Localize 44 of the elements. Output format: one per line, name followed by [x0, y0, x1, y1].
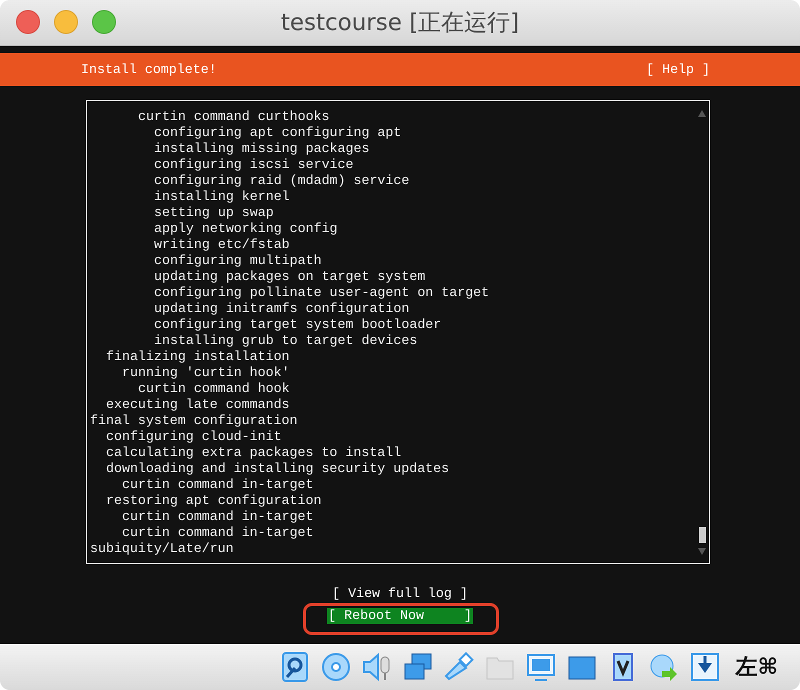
- host-key-label: 左⌘: [736, 654, 778, 682]
- log-line: configuring raid (mdadm) service: [153, 173, 410, 189]
- help-link[interactable]: [ Help ]: [646, 62, 710, 78]
- log-line: curtin command in-target: [121, 525, 314, 541]
- log-line: curtin command curthooks: [137, 109, 330, 125]
- scrollbar-thumb[interactable]: [698, 527, 706, 543]
- log-line: subiquity/Late/run: [90, 541, 234, 557]
- optical-disc-icon[interactable]: [320, 651, 352, 683]
- display-icon[interactable]: [524, 651, 557, 683]
- close-button[interactable]: [16, 10, 40, 34]
- scroll-up-icon[interactable]: [698, 110, 706, 117]
- log-line: calculating extra packages to install: [105, 445, 402, 461]
- log-line: installing grub to target devices: [153, 333, 418, 349]
- log-line: configuring apt configuring apt: [153, 125, 402, 141]
- log-line: configuring target system bootloader: [153, 317, 442, 333]
- scroll-down-icon[interactable]: [698, 548, 706, 555]
- log-line: installing kernel: [153, 189, 290, 205]
- minimize-button[interactable]: [54, 10, 78, 34]
- menu-button[interactable]: [ Reboot Now ]: [327, 608, 473, 624]
- zoom-button[interactable]: [92, 10, 116, 34]
- log-line: setting up swap: [153, 205, 274, 221]
- header-title: Install complete!: [81, 62, 217, 78]
- log-line: downloading and installing security updates: [105, 461, 450, 477]
- menu-button[interactable]: [ View full log ]: [331, 586, 469, 602]
- window-title: testcourse [正在运行]: [280, 9, 520, 38]
- log-line: final system configuration: [90, 413, 298, 429]
- log-line: apply networking config: [153, 221, 338, 237]
- log-line: updating packages on target system: [153, 269, 426, 285]
- log-line: installing missing packages: [153, 141, 370, 157]
- log-line: configuring multipath: [153, 253, 322, 269]
- usb-icon[interactable]: [442, 651, 475, 683]
- log-line: executing late commands: [105, 397, 290, 413]
- log-line: restoring apt configuration: [105, 493, 322, 509]
- log-line: running 'curtin hook': [121, 365, 290, 381]
- log-line: configuring iscsi service: [153, 157, 354, 173]
- log-line: writing etc/fstab: [153, 237, 290, 253]
- log-line: configuring pollinate user-agent on target: [153, 285, 490, 301]
- log-line: configuring cloud-init: [105, 429, 282, 445]
- download-icon[interactable]: [688, 651, 721, 683]
- log-line: updating initramfs configuration: [153, 301, 410, 317]
- log-line: finalizing installation: [105, 349, 290, 365]
- log-line: curtin command hook: [137, 381, 290, 397]
- log-line: curtin command in-target: [121, 509, 314, 525]
- log-line: curtin command in-target: [121, 477, 314, 493]
